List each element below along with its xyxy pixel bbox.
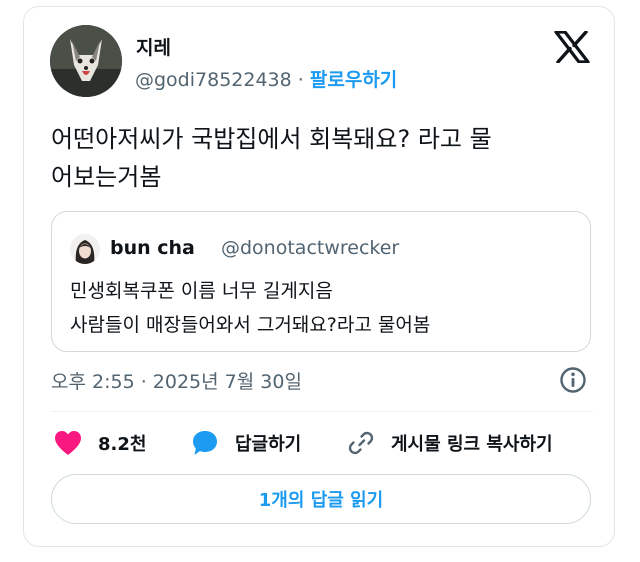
author-handle-row: @godi78522438 · 팔로우하기 bbox=[135, 65, 397, 92]
reply-bubble-icon bbox=[193, 431, 217, 455]
separator: · bbox=[297, 69, 304, 91]
like-button[interactable]: 8.2천 bbox=[54, 428, 146, 458]
reply-label: 답글하기 bbox=[235, 434, 302, 455]
author-name[interactable]: 지레 bbox=[136, 33, 171, 60]
author-avatar[interactable] bbox=[50, 25, 122, 97]
like-count: 8.2천 bbox=[98, 434, 147, 455]
divider bbox=[50, 411, 593, 412]
tweet-card: 지레 @godi78522438 · 팔로우하기 어떤아저씨가 국밥집에서 회복… bbox=[23, 6, 615, 547]
quoted-author-name: bun cha bbox=[110, 237, 195, 259]
quoted-text-line: 사람들이 매장들어와서 그거돼요?라고 물어봄 bbox=[70, 314, 431, 336]
tweet-text-line: 어떤아저씨가 국밥집에서 회복돼요? 라고 물 bbox=[51, 125, 492, 153]
read-replies-button[interactable]: 1개의 답글 읽기 bbox=[51, 474, 591, 524]
quoted-text-line: 민생회복쿠폰 이름 너무 길게지음 bbox=[70, 280, 333, 302]
link-icon bbox=[348, 431, 374, 455]
author-handle[interactable]: @godi78522438 bbox=[135, 69, 292, 91]
x-logo-icon[interactable] bbox=[554, 31, 590, 63]
copy-link-label: 게시물 링크 복사하기 bbox=[391, 434, 553, 455]
tweet-timestamp[interactable]: 오후 2:55 · 2025년 7월 30일 bbox=[51, 367, 302, 394]
copy-link-button[interactable]: 게시물 링크 복사하기 bbox=[347, 428, 553, 458]
reply-button[interactable]: 답글하기 bbox=[191, 428, 301, 458]
quoted-author-avatar bbox=[70, 234, 100, 264]
info-icon[interactable] bbox=[559, 366, 587, 394]
heart-icon bbox=[55, 431, 81, 455]
quoted-tweet[interactable]: bun cha @donotactwrecker 민생회복쿠폰 이름 너무 길게… bbox=[51, 211, 591, 352]
tweet-text-line: 어보는거봄 bbox=[51, 163, 162, 191]
follow-button[interactable]: 팔로우하기 bbox=[310, 69, 397, 91]
quoted-author-handle: @donotactwrecker bbox=[221, 237, 400, 259]
tweet-text: 어떤아저씨가 국밥집에서 회복돼요? 라고 물 어보는거봄 bbox=[51, 120, 596, 196]
